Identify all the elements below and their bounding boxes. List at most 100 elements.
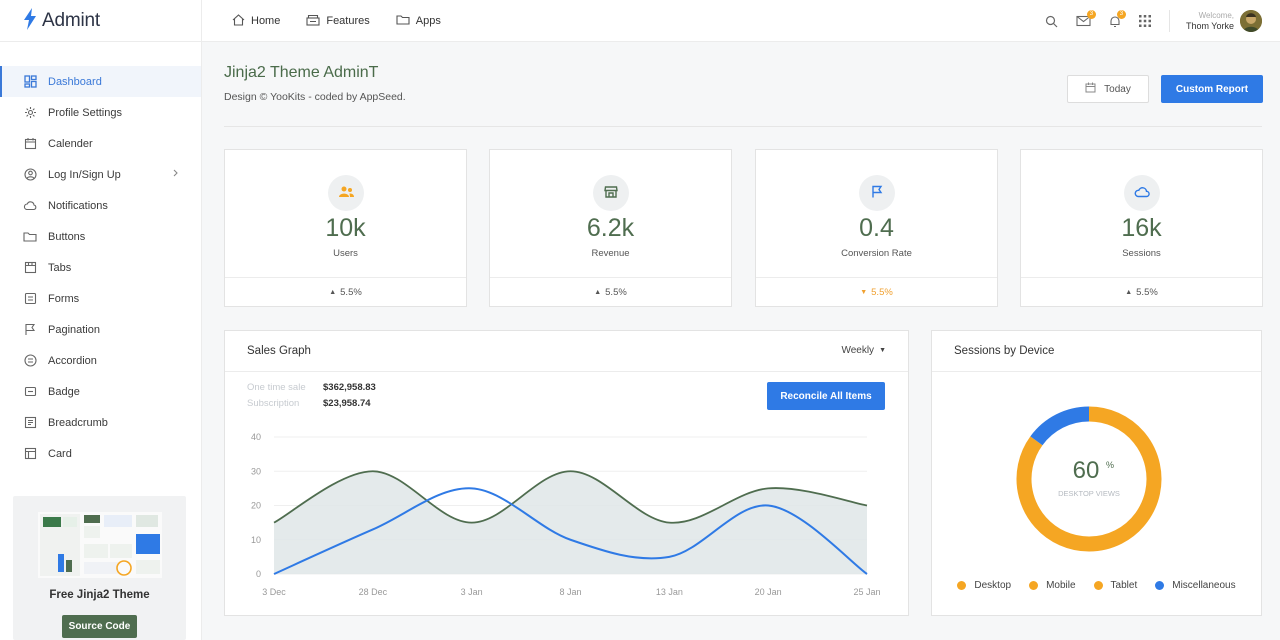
stat-label: Revenue — [591, 248, 630, 259]
stat-change: ▼ 5.5% — [756, 277, 997, 307]
badge-icon — [22, 384, 38, 400]
features-icon — [306, 14, 326, 29]
promo-card: Free Jinja2 Theme Source Code — [13, 496, 186, 640]
sidebar-item-label: Breadcrumb — [48, 416, 108, 429]
stat-change-value: 5.5% — [1136, 287, 1158, 298]
top-actions: 3 3 Welcome, Thom Yorke — [1045, 0, 1280, 42]
sidebar-item-dashboard[interactable]: Dashboard — [0, 66, 201, 97]
stat-card-users: 10k Users ▲ 5.5% — [224, 149, 467, 307]
y-tick-label: 30 — [251, 466, 261, 476]
cloud-icon — [1134, 186, 1150, 201]
sidebar-item-login-signup[interactable]: Log In/Sign Up — [0, 159, 201, 190]
chevron-right-icon — [173, 168, 179, 180]
x-tick-label: 20 Jan — [755, 587, 782, 597]
gear-icon — [22, 105, 38, 121]
x-tick-label: 25 Jan — [853, 587, 880, 597]
avatar[interactable] — [1240, 10, 1262, 32]
calendar-icon — [22, 136, 38, 152]
sidebar-item-forms[interactable]: Forms — [0, 283, 201, 314]
device-donut-chart: 60 % DESKTOP VIEWS — [1016, 406, 1162, 552]
stat-change-value: 5.5% — [340, 287, 362, 298]
donut-slice — [1030, 406, 1090, 446]
sidebar-item-notifications[interactable]: Notifications — [0, 190, 201, 221]
trend-down-icon: ▼ — [860, 289, 868, 296]
legend-item[interactable]: Mobile — [1029, 580, 1076, 591]
stat-card-conversion-rate: 0.4 Conversion Rate ▼ 5.5% — [755, 149, 998, 307]
legend-item[interactable]: Desktop — [957, 580, 1011, 591]
x-tick-label: 13 Jan — [656, 587, 683, 597]
home-icon — [232, 13, 251, 29]
y-tick-label: 40 — [251, 432, 261, 442]
custom-report-button[interactable]: Custom Report — [1161, 75, 1263, 103]
top-nav: Home Features Apps — [232, 0, 467, 42]
sidebar-item-accordion[interactable]: Accordion — [0, 345, 201, 376]
topnav-item-home[interactable]: Home — [232, 13, 280, 29]
page-title: Jinja2 Theme AdminT — [224, 64, 379, 81]
sidebar-item-label: Dashboard — [48, 75, 102, 88]
stat-value: 6.2k — [586, 214, 635, 242]
legend-label: Mobile — [1046, 580, 1076, 591]
mail-icon[interactable]: 3 — [1076, 10, 1096, 27]
sidebar-item-label: Badge — [48, 385, 80, 398]
stat-change: ▲ 5.5% — [490, 277, 731, 307]
legend-dot — [957, 581, 967, 590]
page-subtitle: Design © YooKits - coded by AppSeed. — [224, 91, 406, 103]
sidebar-item-label: Card — [48, 447, 72, 460]
topnav-item-features[interactable]: Features — [306, 14, 370, 29]
user-menu[interactable]: Welcome, Thom Yorke — [1186, 10, 1234, 32]
device-legend: Desktop Mobile Tablet Miscellaneous — [932, 580, 1261, 591]
breadcrumb-icon — [22, 415, 38, 431]
stat-change: ▲ 5.5% — [1021, 277, 1262, 307]
sidebar-item-calender[interactable]: Calender — [0, 128, 201, 159]
sidebar-item-badge[interactable]: Badge — [0, 376, 201, 407]
sales-chart: 0 10 20 30 40 3 Dec 28 Dec 3 Jan 8 Jan 13 Jan 20 J… — [251, 432, 881, 597]
bolt-logo-icon — [22, 8, 38, 33]
legend-label: Miscellaneous — [1172, 580, 1236, 591]
sidebar-item-label: Pagination — [48, 323, 100, 336]
source-code-button[interactable]: Source Code — [62, 615, 137, 638]
x-tick-label: 28 Dec — [359, 587, 388, 597]
today-button[interactable]: Today — [1067, 75, 1149, 103]
sidebar-item-card[interactable]: Card — [0, 438, 201, 469]
apps-grid-icon[interactable] — [1138, 15, 1151, 27]
mail-count-badge: 3 — [1086, 10, 1096, 19]
stat-label: Conversion Rate — [841, 248, 912, 259]
legend-item[interactable]: Miscellaneous — [1155, 580, 1236, 591]
sidebar-item-label: Calender — [48, 137, 93, 150]
sidebar-item-pagination[interactable]: Pagination — [0, 314, 201, 345]
user-name: Thom Yorke — [1185, 21, 1234, 31]
stat-card-sessions: 16k Sessions ▲ 5.5% — [1020, 149, 1263, 307]
y-tick-label: 0 — [256, 569, 261, 579]
bell-icon[interactable]: 3 — [1109, 9, 1126, 28]
folder-icon — [396, 14, 416, 28]
topbar: Home Features Apps 3 3 Welcome, Thom Yor… — [202, 0, 1280, 42]
dashboard-icon — [22, 74, 38, 90]
topnav-item-apps[interactable]: Apps — [396, 14, 441, 28]
flag-icon — [22, 322, 38, 338]
forms-icon — [22, 291, 38, 307]
search-icon[interactable] — [1045, 15, 1058, 28]
trend-up-icon: ▲ — [1125, 289, 1133, 296]
topnav-label: Apps — [415, 15, 441, 27]
calendar-icon — [1085, 82, 1104, 96]
legend-item[interactable]: Tablet — [1093, 580, 1138, 591]
divider — [1168, 10, 1170, 32]
sidebar-item-profile-settings[interactable]: Profile Settings — [0, 97, 201, 128]
sidebar-item-buttons[interactable]: Buttons — [0, 221, 201, 252]
stat-card-revenue: 6.2k Revenue ▲ 5.5% — [489, 149, 732, 307]
legend-label: Tablet — [1110, 580, 1138, 591]
folder-icon — [22, 229, 38, 245]
brand[interactable]: Admint — [0, 0, 201, 42]
sales-graph-card: Sales Graph Weekly ▼ One time sale $362,95… — [224, 330, 909, 616]
stat-icon-circle — [1124, 175, 1160, 211]
page-header: Jinja2 Theme AdminT Design © YooKits - c… — [224, 64, 406, 103]
x-tick-label: 8 Jan — [559, 587, 581, 597]
sidebar-item-label: Buttons — [48, 230, 86, 243]
sidebar-item-label: Tabs — [48, 261, 72, 274]
legend-dot — [1029, 581, 1039, 590]
sidebar-item-tabs[interactable]: Tabs — [0, 252, 201, 283]
sidebar-item-label: Notifications — [48, 199, 108, 212]
stat-change-value: 5.5% — [605, 287, 627, 298]
sidebar-item-breadcrumb[interactable]: Breadcrumb — [0, 407, 201, 438]
stat-label: Users — [333, 248, 358, 259]
